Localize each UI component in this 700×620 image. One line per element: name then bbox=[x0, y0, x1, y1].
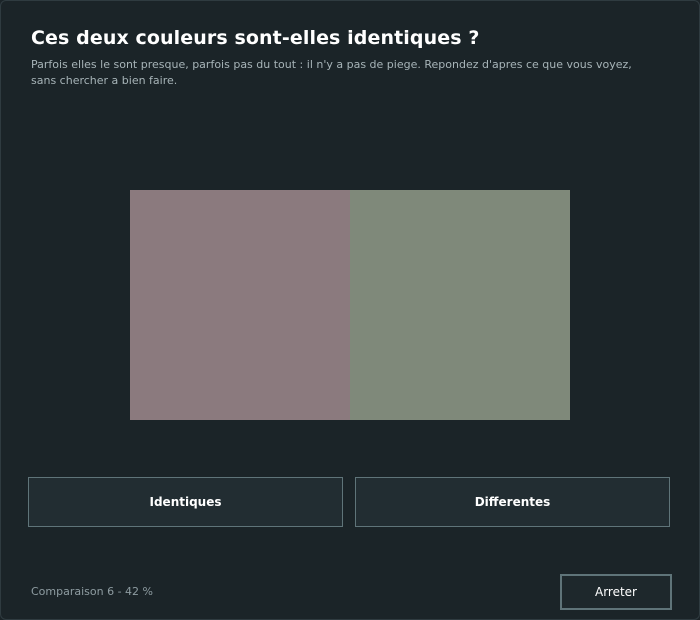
progress-status: Comparaison 6 - 42 % bbox=[31, 585, 154, 598]
stop-button[interactable]: Arreter bbox=[560, 574, 672, 610]
color-swatch-pair bbox=[130, 190, 570, 420]
dialog-subtitle: Parfois elles le sont presque, parfois p… bbox=[31, 58, 632, 87]
identical-button[interactable]: Identiques bbox=[28, 477, 343, 527]
left-color-swatch bbox=[130, 190, 350, 420]
right-color-swatch bbox=[350, 190, 570, 420]
color-comparison-dialog: Ces deux couleurs sont-elles identiques … bbox=[0, 0, 700, 620]
dialog-title: Ces deux couleurs sont-elles identiques … bbox=[31, 27, 480, 49]
different-button[interactable]: Differentes bbox=[355, 477, 670, 527]
